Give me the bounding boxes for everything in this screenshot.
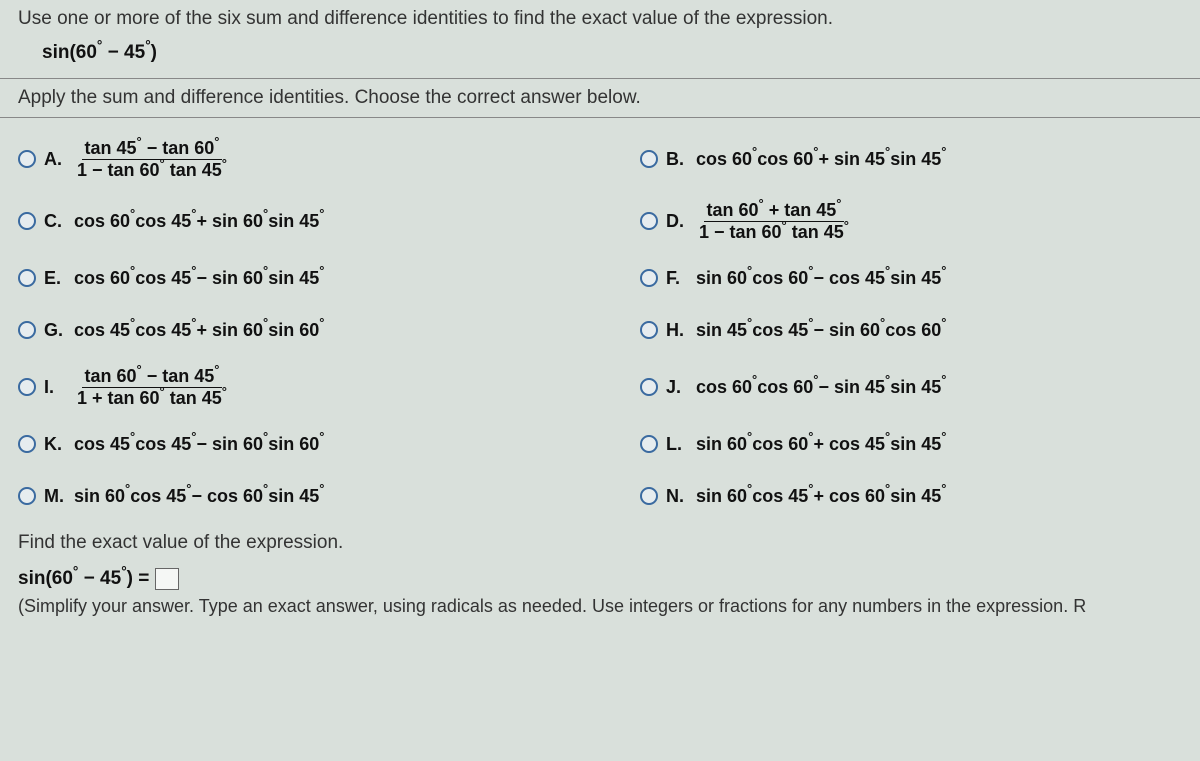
question-container: Use one or more of the six sum and diffe… <box>0 0 1200 627</box>
radio-H[interactable] <box>640 321 658 339</box>
choice-expr-E: cos 60° cos 45° − sin 60° sin 45° <box>74 268 324 289</box>
choice-expr-N: sin 60° cos 45° + cos 60° sin 45° <box>696 486 946 507</box>
bottom-section: Find the exact value of the expression. … <box>0 522 1200 627</box>
choice-label-E: E. <box>44 268 66 289</box>
choice-expr-K: cos 45° cos 45° − sin 60° sin 60° <box>74 434 324 455</box>
choice-K[interactable]: K. cos 45° cos 45° − sin 60° sin 60° <box>18 422 560 466</box>
choice-label-H: H. <box>666 320 688 341</box>
radio-A[interactable] <box>18 150 36 168</box>
choice-label-G: G. <box>44 320 66 341</box>
choice-expr-L: sin 60° cos 60° + cos 45° sin 45° <box>696 434 946 455</box>
choice-N[interactable]: N. sin 60° cos 45° + cos 60° sin 45° <box>640 474 1182 518</box>
answer-hint: (Simplify your answer. Type an exact ans… <box>18 596 1182 617</box>
radio-E[interactable] <box>18 269 36 287</box>
choice-label-D: D. <box>666 211 688 232</box>
choice-expr-B: cos 60° cos 60° + sin 45° sin 45° <box>696 149 946 170</box>
choice-expr-M: sin 60° cos 45° − cos 60° sin 45° <box>74 486 324 507</box>
choice-E[interactable]: E. cos 60° cos 45° − sin 60° sin 45° <box>18 256 560 300</box>
choice-D[interactable]: D. tan 60° + tan 45° 1 − tan 60° tan 45° <box>640 194 1182 248</box>
radio-B[interactable] <box>640 150 658 168</box>
choice-expr-F: sin 60° cos 60° − cos 45° sin 45° <box>696 268 946 289</box>
find-exact-value-text: Find the exact value of the expression. <box>18 532 1182 554</box>
choice-expr-H: sin 45° cos 45° − sin 60° cos 60° <box>696 320 946 341</box>
choice-expr-A: tan 45° − tan 60° 1 − tan 60° tan 45° <box>74 139 230 180</box>
choice-B[interactable]: B. cos 60° cos 60° + sin 45° sin 45° <box>640 132 1182 186</box>
answer-expression: sin(60° − 45°) = <box>18 568 149 590</box>
choice-label-K: K. <box>44 434 66 455</box>
choice-label-A: A. <box>44 149 66 170</box>
choice-label-C: C. <box>44 211 66 232</box>
answer-line: sin(60° − 45°) = <box>18 568 1182 590</box>
radio-M[interactable] <box>18 487 36 505</box>
radio-N[interactable] <box>640 487 658 505</box>
choice-expr-I: tan 60° − tan 45° 1 + tan 60° tan 45° <box>74 367 230 408</box>
choice-label-F: F. <box>666 268 688 289</box>
choices-grid: A. tan 45° − tan 60° 1 − tan 60° tan 45°… <box>0 118 1200 522</box>
answer-input[interactable] <box>155 568 179 590</box>
choice-H[interactable]: H. sin 45° cos 45° − sin 60° cos 60° <box>640 308 1182 352</box>
choice-L[interactable]: L. sin 60° cos 60° + cos 45° sin 45° <box>640 422 1182 466</box>
choice-J[interactable]: J. cos 60° cos 60° − sin 45° sin 45° <box>640 360 1182 414</box>
instruction-text: Apply the sum and difference identities.… <box>0 79 1200 118</box>
choice-label-M: M. <box>44 486 66 507</box>
choice-expr-G: cos 45° cos 45° + sin 60° sin 60° <box>74 320 324 341</box>
radio-L[interactable] <box>640 435 658 453</box>
question-section: Use one or more of the six sum and diffe… <box>0 0 1200 79</box>
choice-label-J: J. <box>666 377 688 398</box>
question-prompt: Use one or more of the six sum and diffe… <box>18 8 1182 30</box>
choice-G[interactable]: G. cos 45° cos 45° + sin 60° sin 60° <box>18 308 560 352</box>
radio-D[interactable] <box>640 212 658 230</box>
choice-I[interactable]: I. tan 60° − tan 45° 1 + tan 60° tan 45° <box>18 360 560 414</box>
choice-label-I: I. <box>44 377 66 398</box>
choice-label-B: B. <box>666 149 688 170</box>
choice-A[interactable]: A. tan 45° − tan 60° 1 − tan 60° tan 45° <box>18 132 560 186</box>
choice-expr-J: cos 60° cos 60° − sin 45° sin 45° <box>696 377 946 398</box>
choice-C[interactable]: C. cos 60° cos 45° + sin 60° sin 45° <box>18 194 560 248</box>
choice-expr-D: tan 60° + tan 45° 1 − tan 60° tan 45° <box>696 201 852 242</box>
radio-I[interactable] <box>18 378 36 396</box>
choice-label-N: N. <box>666 486 688 507</box>
radio-F[interactable] <box>640 269 658 287</box>
question-expression: sin(60° − 45°) <box>42 42 1182 64</box>
radio-J[interactable] <box>640 378 658 396</box>
choice-label-L: L. <box>666 434 688 455</box>
radio-K[interactable] <box>18 435 36 453</box>
radio-G[interactable] <box>18 321 36 339</box>
radio-C[interactable] <box>18 212 36 230</box>
choice-expr-C: cos 60° cos 45° + sin 60° sin 45° <box>74 211 324 232</box>
choice-F[interactable]: F. sin 60° cos 60° − cos 45° sin 45° <box>640 256 1182 300</box>
choice-M[interactable]: M. sin 60° cos 45° − cos 60° sin 45° <box>18 474 560 518</box>
